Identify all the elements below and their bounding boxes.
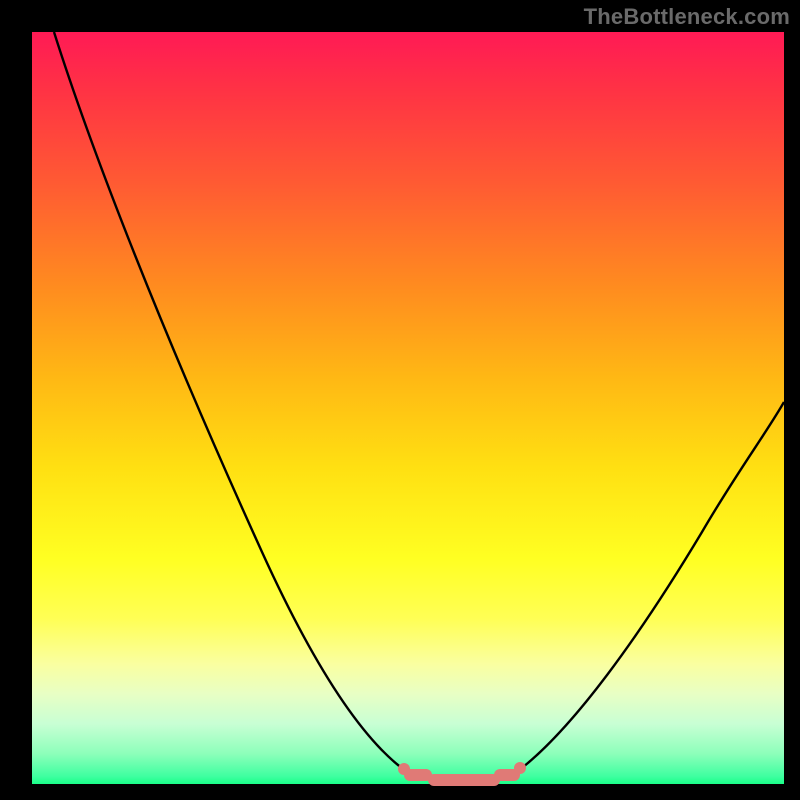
chart-stage: TheBottleneck.com — [0, 0, 800, 800]
plot-area — [32, 32, 784, 784]
watermark-text: TheBottleneck.com — [584, 6, 790, 28]
bottleneck-curve — [32, 32, 784, 784]
